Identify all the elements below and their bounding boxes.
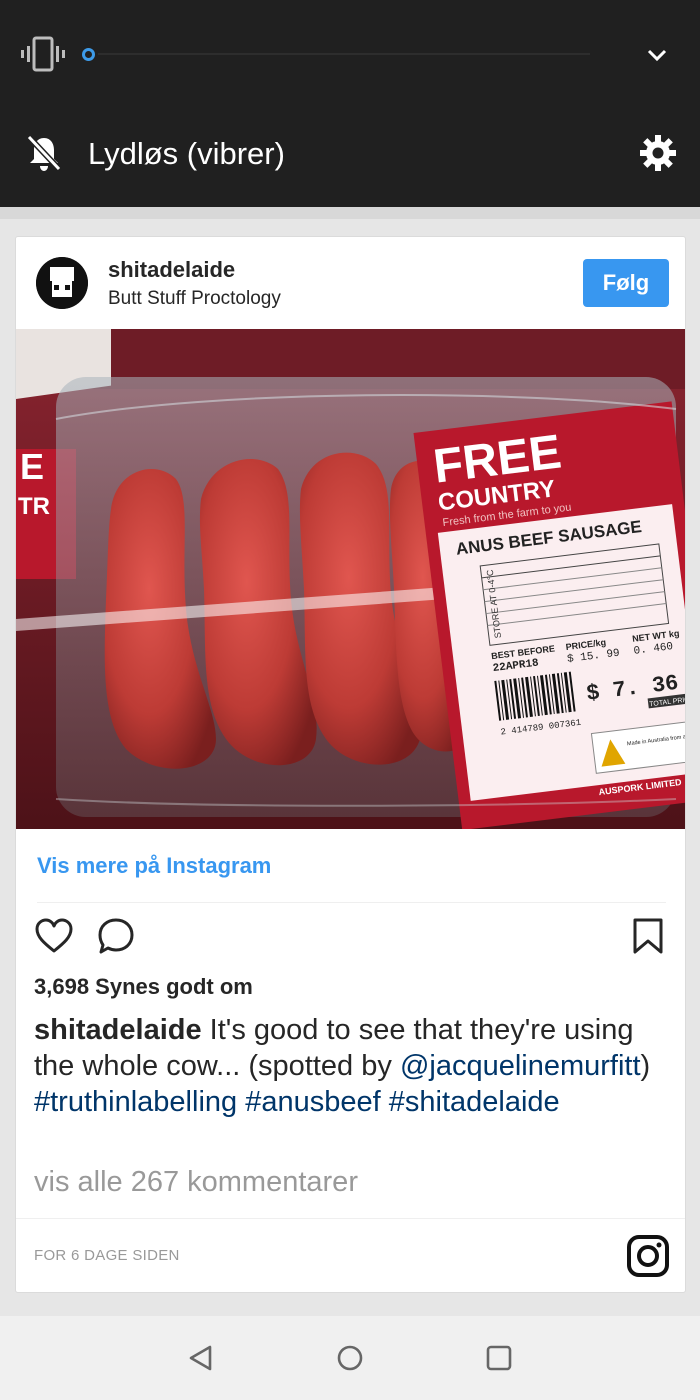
volume-panel: Lydløs (vibrer) — [0, 0, 700, 207]
comment-icon[interactable] — [96, 917, 136, 955]
hashtag-shitadelaide[interactable]: #shitadelaide — [389, 1086, 560, 1118]
post-actions — [16, 917, 685, 959]
post-timestamp[interactable]: FOR 6 DAGE SIDEN — [34, 1247, 180, 1264]
instagram-icon[interactable] — [626, 1234, 670, 1278]
instagram-post-card: shitadelaide Butt Stuff Proctology Følg — [15, 236, 686, 1293]
post-username[interactable]: shitadelaide — [108, 257, 235, 283]
bell-off-icon — [26, 134, 62, 172]
likes-count[interactable]: 3,698 Synes godt om — [34, 974, 253, 1000]
divider — [37, 902, 666, 903]
bookmark-icon[interactable] — [631, 917, 665, 955]
post-caption: shitadelaide It's good to see that they'… — [34, 1012, 674, 1120]
silent-mode-row: Lydløs (vibrer) — [0, 112, 700, 207]
divider — [16, 1218, 685, 1219]
volume-slider-thumb[interactable] — [82, 48, 95, 61]
follow-button[interactable]: Følg — [583, 259, 669, 307]
vibrate-icon[interactable] — [20, 35, 66, 73]
caption-username[interactable]: shitadelaide — [34, 1014, 202, 1046]
panel-divider — [0, 207, 700, 219]
chevron-down-icon[interactable] — [646, 44, 668, 66]
view-more-on-instagram-link[interactable]: Vis mere på Instagram — [37, 853, 271, 879]
navigation-bar — [0, 1316, 700, 1400]
svg-text:TR: TR — [18, 493, 50, 520]
post-header: shitadelaide Butt Stuff Proctology Følg — [16, 237, 685, 329]
avatar[interactable] — [36, 257, 88, 309]
gear-icon[interactable] — [638, 133, 678, 173]
post-photo[interactable]: E TR FREE COUNTRY Fresh from the farm to… — [16, 329, 685, 829]
volume-slider-row — [0, 0, 700, 112]
recents-icon[interactable] — [484, 1343, 514, 1373]
caption-mention[interactable]: @jacquelinemurfitt — [400, 1050, 641, 1082]
back-icon[interactable] — [186, 1343, 216, 1373]
home-icon[interactable] — [335, 1343, 365, 1373]
view-all-comments-link[interactable]: vis alle 267 kommentarer — [34, 1166, 358, 1199]
hashtag-truthinlabelling[interactable]: #truthinlabelling — [34, 1086, 237, 1118]
hashtag-anusbeef[interactable]: #anusbeef — [245, 1086, 380, 1118]
svg-text:E: E — [20, 446, 44, 487]
caption-text-2: ) — [640, 1050, 651, 1082]
heart-icon[interactable] — [34, 917, 74, 955]
volume-slider-track[interactable] — [98, 53, 590, 55]
post-location[interactable]: Butt Stuff Proctology — [108, 288, 281, 310]
silent-mode-label: Lydløs (vibrer) — [88, 136, 285, 171]
